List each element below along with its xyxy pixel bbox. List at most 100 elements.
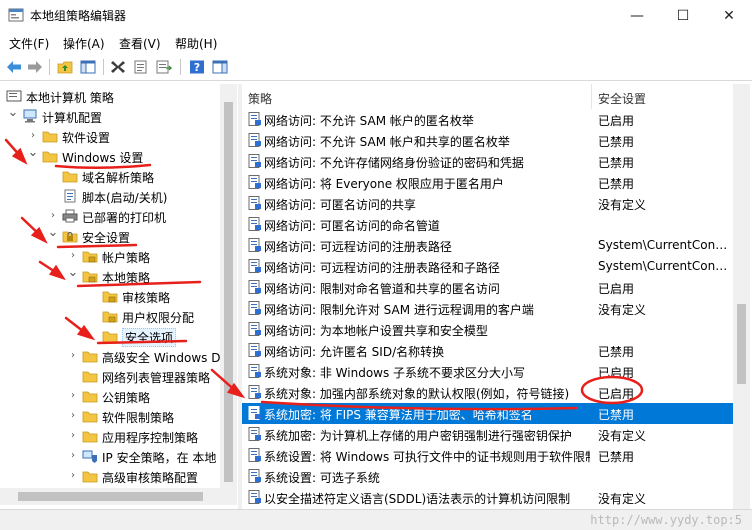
policy-row[interactable]: 系统设置: 可选子系统 — [242, 466, 733, 487]
collapsed-chevron-icon[interactable]: › — [67, 390, 79, 402]
tree-item[interactable]: 本地计算机 策略 — [0, 87, 220, 107]
policy-row[interactable]: 网络访问: 不允许存储网络身份验证的密码和凭据 已禁用 — [242, 151, 733, 172]
console-tree[interactable]: 本地计算机 策略 ⌄ 计算机配置 › 软件设置 ⌄ Windows 设置 域名解析策略 脚本(启… — [0, 84, 238, 524]
forward-button[interactable] — [25, 58, 45, 76]
policy-row[interactable]: 网络访问: 可匿名访问的共享 没有定义 — [242, 193, 733, 214]
script-icon — [64, 189, 76, 203]
tree-item-label: 高级审核策略配置 — [102, 471, 199, 485]
tree-item[interactable]: ⌄ 本地策略 — [0, 266, 220, 287]
tree-item[interactable]: › 软件限制策略 — [0, 407, 220, 427]
policy-row[interactable]: 网络访问: 可远程访问的注册表路径和子路径 System\CurrentContr… — [242, 256, 733, 277]
policy-folder-icon — [102, 311, 118, 323]
properties-button[interactable] — [131, 58, 151, 76]
policy-row[interactable]: 网络访问: 可匿名访问的命名管道 — [242, 214, 733, 235]
policy-row[interactable]: 网络访问: 限制对命名管道和共享的匿名访问 已启用 — [242, 277, 733, 298]
tree-item-label: 软件设置 — [62, 131, 111, 145]
back-button[interactable] — [4, 58, 24, 76]
policy-row[interactable]: 网络访问: 限制允许对 SAM 进行远程调用的客户端 没有定义 — [242, 298, 733, 319]
show-hide-action-pane-button[interactable] — [210, 58, 230, 76]
expanded-chevron-icon[interactable]: ⌄ — [7, 106, 19, 119]
menu-view[interactable]: 查看(V) — [119, 35, 161, 52]
policy-setting: 已启用 — [598, 366, 635, 380]
tree-vertical-scrollbar[interactable] — [220, 84, 237, 488]
tree-item[interactable]: › 已部署的打印机 — [0, 207, 220, 227]
tree-item[interactable]: ⌄ Windows 设置 — [0, 146, 220, 167]
tree-item[interactable]: › 帐户策略 — [0, 247, 220, 267]
export-list-button[interactable] — [154, 58, 174, 76]
column-header-policy[interactable]: 策略 — [248, 90, 272, 107]
menu-help[interactable]: 帮助(H) — [175, 35, 217, 52]
column-divider[interactable] — [591, 84, 592, 109]
policy-row[interactable]: 系统加密: 将 FIPS 兼容算法用于加密、哈希和签名 已禁用 — [242, 403, 733, 424]
policy-row[interactable]: 网络访问: 不允许 SAM 帐户的匿名枚举 已启用 — [242, 109, 733, 130]
expanded-chevron-icon[interactable]: ⌄ — [27, 146, 39, 159]
policy-row[interactable]: 系统设置: 将 Windows 可执行文件中的证书规则用于软件限制策略 已禁用 — [242, 445, 733, 466]
policy-row[interactable]: 网络访问: 可远程访问的注册表路径 System\CurrentControlSe… — [242, 235, 733, 256]
column-header-setting[interactable]: 安全设置 — [598, 90, 646, 107]
tree-item[interactable]: 域名解析策略 — [0, 167, 220, 187]
minimize-button[interactable]: — — [614, 0, 660, 31]
scrollbar-thumb[interactable] — [18, 492, 203, 501]
menu-action[interactable]: 操作(A) — [63, 35, 105, 52]
tree-item-label: 应用程序控制策略 — [102, 431, 199, 445]
menu-file[interactable]: 文件(F) — [9, 35, 49, 52]
scrollbar-thumb[interactable] — [224, 102, 233, 482]
policy-name: 网络访问: 为本地帐户设置共享和安全模型 — [264, 324, 488, 338]
policy-row[interactable]: 网络访问: 允许匿名 SID/名称转换 已禁用 — [242, 340, 733, 361]
close-button[interactable]: ✕ — [706, 0, 752, 31]
tree-item[interactable]: › 应用程序控制策略 — [0, 427, 220, 447]
policy-setting-icon — [248, 448, 261, 462]
collapsed-chevron-icon[interactable]: › — [47, 210, 59, 222]
tree-item[interactable]: ⌄ 安全设置 — [0, 226, 220, 247]
tree-item[interactable]: 用户权限分配 — [0, 307, 220, 327]
policy-list[interactable]: 策略 安全设置 网络访问: 不允许 SAM 帐户的匿名枚举 已启用 网络访问: 不允… — [242, 84, 733, 509]
collapsed-chevron-icon[interactable]: › — [67, 410, 79, 422]
tree-item[interactable]: 网络列表管理器策略 — [0, 367, 220, 387]
up-level-button[interactable] — [55, 58, 75, 76]
policy-row[interactable]: 系统加密: 为计算机上存储的用户密钥强制进行强密钥保护 没有定义 — [242, 424, 733, 445]
policy-name: 系统加密: 为计算机上存储的用户密钥强制进行强密钥保护 — [264, 429, 572, 443]
policy-row[interactable]: 系统对象: 加强内部系统对象的默认权限(例如，符号链接) 已启用 — [242, 382, 733, 403]
collapsed-chevron-icon[interactable]: › — [67, 430, 79, 442]
tree-item[interactable]: › IP 安全策略，在 本地 — [0, 447, 220, 467]
tree-horizontal-scrollbar[interactable] — [0, 488, 237, 505]
policy-row[interactable]: 以安全描述符定义语言(SDDL)语法表示的计算机访问限制 没有定义 — [242, 487, 733, 508]
policy-name: 系统对象: 加强内部系统对象的默认权限(例如，符号链接) — [264, 387, 570, 401]
policy-row[interactable]: 网络访问: 不允许 SAM 帐户和共享的匿名枚举 已禁用 — [242, 130, 733, 151]
minimize-icon: — — [630, 7, 644, 24]
policy-setting-icon — [248, 175, 261, 189]
expanded-chevron-icon[interactable]: ⌄ — [67, 266, 79, 279]
policy-setting-icon — [248, 217, 261, 231]
expanded-chevron-icon[interactable]: ⌄ — [47, 226, 59, 239]
delete-button[interactable] — [108, 58, 128, 76]
collapsed-chevron-icon[interactable]: › — [67, 470, 79, 482]
tree-item[interactable]: › 高级审核策略配置 — [0, 467, 220, 487]
tree-item[interactable]: › 软件设置 — [0, 127, 220, 147]
help-button[interactable]: ? — [187, 58, 207, 76]
list-vertical-scrollbar[interactable] — [733, 84, 750, 509]
policy-name: 网络访问: 可匿名访问的共享 — [264, 198, 416, 212]
scrollbar-thumb[interactable] — [737, 304, 746, 384]
tree-item[interactable]: › 高级安全 Windows D — [0, 347, 220, 367]
tree-item[interactable]: 脚本(启动/关机) — [0, 187, 220, 207]
collapsed-chevron-icon[interactable]: › — [67, 250, 79, 262]
collapsed-chevron-icon[interactable]: › — [67, 450, 79, 462]
collapsed-chevron-icon[interactable]: › — [27, 130, 39, 142]
group-policy-app-icon — [8, 8, 24, 22]
policy-name: 网络访问: 可远程访问的注册表路径和子路径 — [264, 261, 500, 275]
policy-row[interactable]: 网络访问: 将 Everyone 权限应用于匿名用户 已禁用 — [242, 172, 733, 193]
policy-setting: 已禁用 — [598, 450, 635, 464]
collapsed-chevron-icon[interactable]: › — [67, 350, 79, 362]
policy-row[interactable]: 网络访问: 为本地帐户设置共享和安全模型 — [242, 319, 733, 340]
tree-item[interactable]: 安全选项 — [0, 327, 220, 347]
policy-setting-icon — [248, 469, 261, 483]
tree-item[interactable]: › 公钥策略 — [0, 387, 220, 407]
toolbar-separator — [49, 59, 50, 75]
tree-item[interactable]: ⌄ 计算机配置 — [0, 106, 220, 127]
policy-name: 网络访问: 可远程访问的注册表路径 — [264, 240, 452, 254]
policy-setting-icon — [248, 364, 261, 378]
show-hide-tree-button[interactable] — [78, 58, 98, 76]
tree-item[interactable]: 审核策略 — [0, 287, 220, 307]
maximize-button[interactable]: ☐ — [660, 0, 706, 31]
policy-row[interactable]: 系统对象: 非 Windows 子系统不要求区分大小写 已启用 — [242, 361, 733, 382]
